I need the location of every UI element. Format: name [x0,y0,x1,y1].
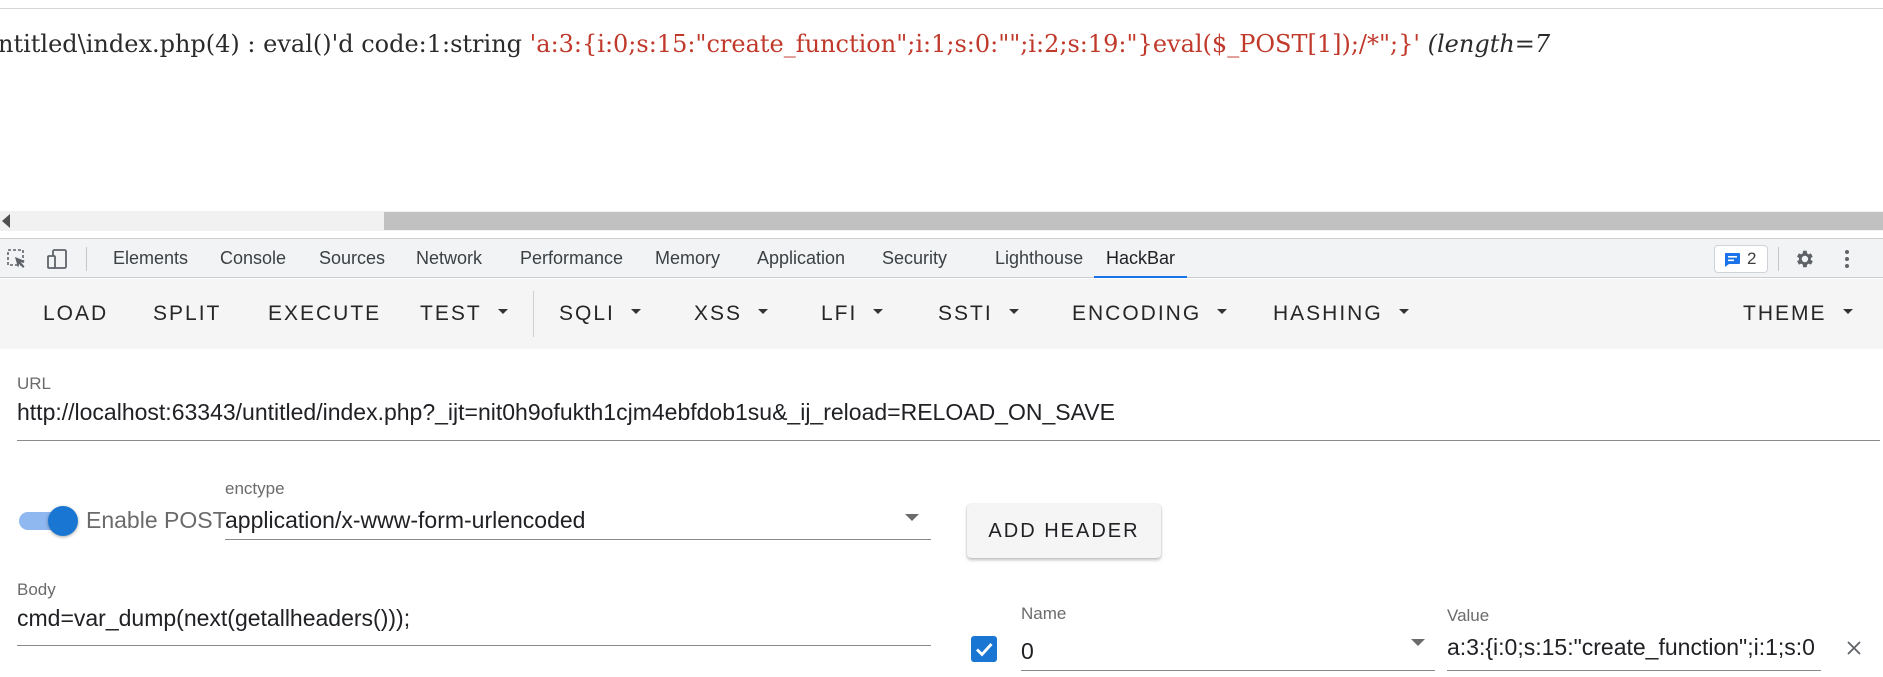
chevron-down-icon [1217,308,1228,314]
tab-performance[interactable]: Performance [520,239,623,278]
chevron-down-icon[interactable] [905,514,919,521]
tab-elements[interactable]: Elements [113,239,188,278]
test-menu-button[interactable]: TEST [420,279,508,349]
output-prefix: ntitled\index.php(4) : eval()'d code:1:s… [0,30,530,58]
url-label: URL [17,374,52,393]
header-value-input[interactable]: a:3:{i:0;s:15:"create_function";i:1;s:0 [1447,634,1820,661]
encoding-menu-button[interactable]: ENCODING [1072,279,1228,349]
divider [0,8,1883,9]
enctype-label: enctype [225,479,285,498]
hackbar-toolbar: LOAD SPLIT EXECUTE TEST SQLI XSS LFI SST… [0,279,1883,349]
tab-security[interactable]: Security [882,239,947,278]
tab-sources[interactable]: Sources [319,239,385,278]
scrollbar-thumb[interactable] [384,212,1883,230]
tab-memory[interactable]: Memory [655,239,720,278]
issues-count: 2 [1747,249,1757,268]
close-icon[interactable] [1843,637,1865,659]
split-button[interactable]: SPLIT [153,279,221,349]
enctype-underline [225,539,931,540]
horizontal-scrollbar[interactable] [0,211,1883,231]
body-label: Body [17,580,56,599]
chevron-down-icon [630,308,641,314]
enable-post-label: Enable POST [86,507,227,533]
header-name-underline [1021,670,1435,671]
header-value-underline [1447,670,1821,671]
header-value-label: Value [1447,606,1490,625]
header-name-input[interactable]: 0 [1021,638,1401,665]
tab-lighthouse[interactable]: Lighthouse [995,239,1083,278]
chevron-down-icon [873,308,884,314]
devtools-tab-bar: Elements Console Sources Network Perform… [0,238,1883,278]
chevron-down-icon [758,308,769,314]
divider [533,291,534,337]
url-input[interactable]: http://localhost:63343/untitled/index.ph… [17,399,1877,426]
header-enabled-checkbox[interactable] [971,636,997,662]
chevron-down-icon[interactable] [1411,639,1425,646]
device-toolbar-icon[interactable] [46,248,68,270]
page-content: ntitled\index.php(4) : eval()'d code:1:s… [0,0,1883,212]
tab-network[interactable]: Network [416,239,482,278]
toggle-knob [48,506,78,536]
message-icon [1725,253,1740,267]
inspect-element-icon[interactable] [6,248,28,270]
execute-button[interactable]: EXECUTE [268,279,381,349]
tab-application[interactable]: Application [757,239,845,278]
check-icon [976,643,993,657]
hashing-menu-button[interactable]: HASHING [1273,279,1409,349]
body-underline [17,645,931,646]
lfi-menu-button[interactable]: LFI [821,279,884,349]
sqli-menu-button[interactable]: SQLI [559,279,641,349]
gear-icon[interactable] [1793,248,1815,270]
theme-menu-button[interactable]: THEME [1743,279,1853,349]
add-header-button[interactable]: ADD HEADER [967,504,1161,558]
url-underline [17,440,1880,441]
enable-post-toggle[interactable] [19,506,78,536]
php-var-dump-output: ntitled\index.php(4) : eval()'d code:1:s… [0,30,1550,58]
load-button[interactable]: LOAD [43,279,108,349]
chevron-down-icon [1398,308,1409,314]
header-name-label: Name [1021,604,1067,623]
scroll-left-icon[interactable] [2,214,10,228]
more-vert-icon[interactable] [1836,248,1858,270]
xss-menu-button[interactable]: XSS [694,279,769,349]
body-input[interactable]: cmd=var_dump(next(getallheaders())); [17,605,927,632]
tab-hackbar[interactable]: HackBar [1094,239,1188,278]
ssti-menu-button[interactable]: SSTI [938,279,1019,349]
output-length: (length=7 [1420,30,1551,58]
issues-button[interactable]: 2 [1714,245,1768,273]
chevron-down-icon [1842,308,1853,314]
chevron-down-icon [497,308,508,314]
output-string: 'a:3:{i:0;s:15:"create_function";i:1;s:0… [529,30,1420,58]
tab-console[interactable]: Console [220,239,286,278]
divider [86,247,87,271]
enctype-select[interactable]: application/x-www-form-urlencoded [225,507,885,534]
divider [1778,247,1779,271]
chevron-down-icon [1008,308,1019,314]
